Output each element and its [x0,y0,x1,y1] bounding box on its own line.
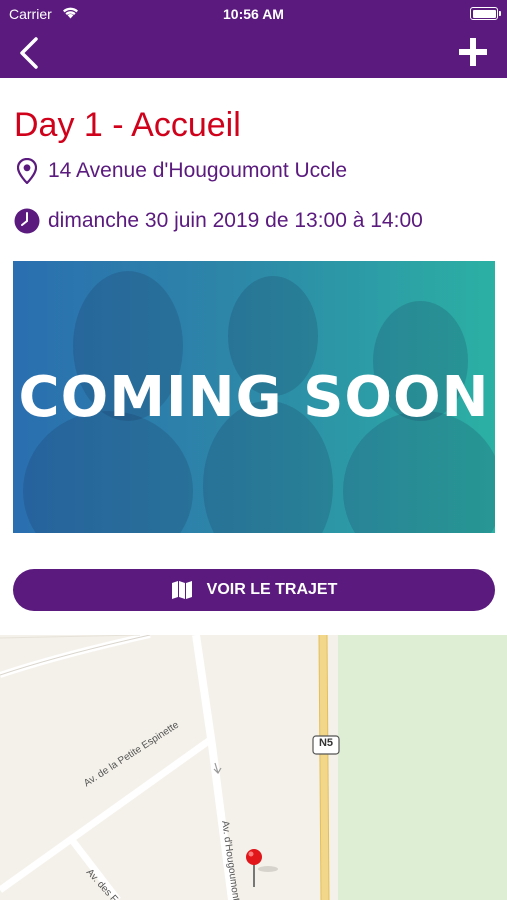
back-button[interactable] [14,36,44,70]
map-view[interactable]: N5 Av. de la Petite Espinette Av. d'Houg… [0,635,507,900]
clock-icon [14,208,40,234]
battery-icon [470,7,501,20]
plus-icon [459,38,487,66]
location-pin-icon [14,158,40,184]
clock: 10:56 AM [223,6,284,22]
event-datetime: dimanche 30 juin 2019 de 13:00 à 14:00 [48,209,423,232]
nav-bar [0,28,507,78]
map-icon [171,581,192,599]
event-title: Day 1 - Accueil [14,106,241,144]
address-row: 14 Avenue d'Hougoumont Uccle [14,158,347,184]
route-button-label: VOIR LE TRAJET [206,581,338,598]
map-pin-icon[interactable] [244,847,264,887]
datetime-row: dimanche 30 juin 2019 de 13:00 à 14:00 [14,208,423,234]
event-address: 14 Avenue d'Hougoumont Uccle [48,159,347,182]
road-badge-n5: N5 [318,737,334,749]
chevron-left-icon [20,37,38,69]
add-button[interactable] [459,38,487,66]
coming-soon-banner: COMING SOON [13,261,495,533]
event-details: Day 1 - Accueil 14 Avenue d'Hougoumont U… [0,78,507,635]
status-bar: Carrier 10:56 AM [0,0,507,28]
coming-soon-text: COMING SOON [18,365,490,430]
route-button[interactable]: VOIR LE TRAJET [13,569,495,611]
